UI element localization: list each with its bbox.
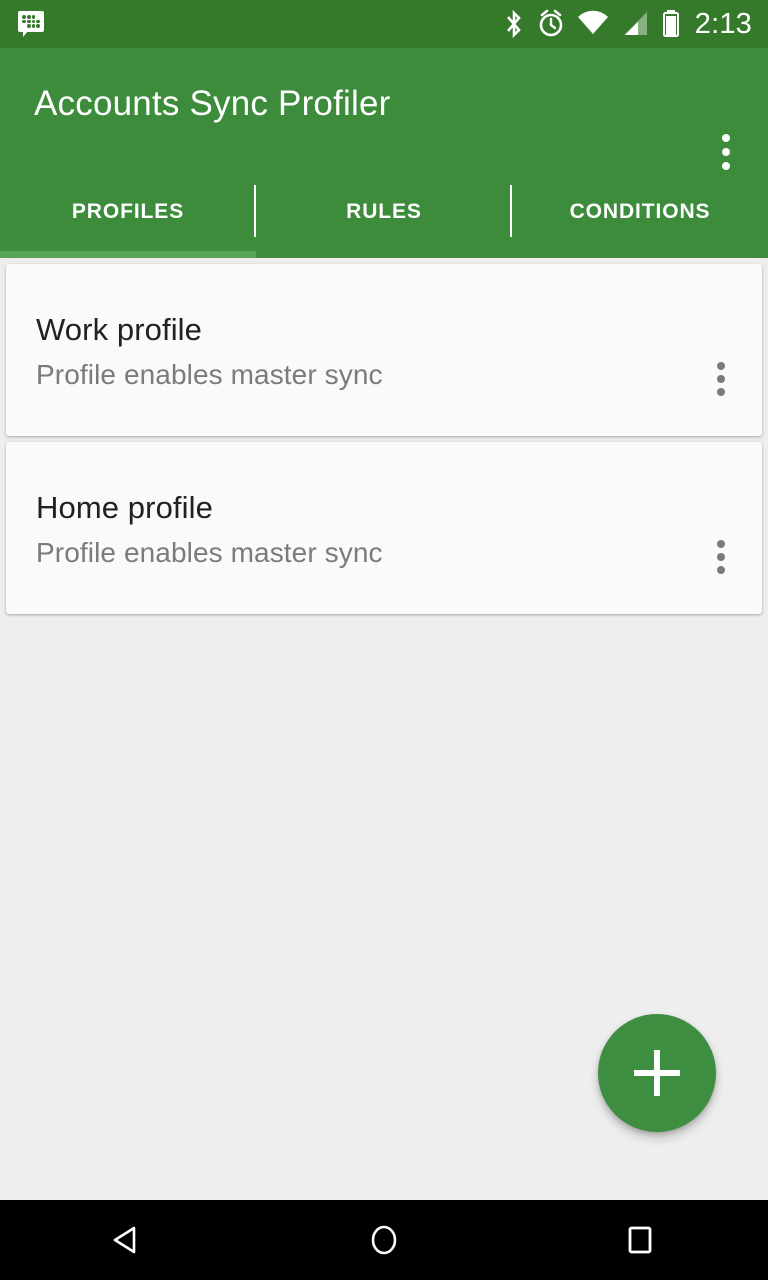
overflow-menu-icon[interactable] bbox=[713, 362, 729, 396]
tab-conditions-label: CONDITIONS bbox=[569, 200, 711, 223]
nav-home-button[interactable] bbox=[256, 1200, 512, 1280]
tab-rules-label: RULES bbox=[346, 200, 422, 223]
profile-title: Home profile bbox=[36, 490, 213, 525]
status-bar: 2:13 bbox=[0, 0, 768, 48]
tab-conditions[interactable]: CONDITIONS bbox=[512, 180, 768, 244]
nav-back-button[interactable] bbox=[0, 1200, 256, 1280]
overflow-menu-icon[interactable] bbox=[717, 134, 735, 170]
tab-bar: PROFILES RULES CONDITIONS bbox=[0, 180, 768, 258]
tab-selected-indicator bbox=[0, 251, 256, 258]
cell-signal-icon bbox=[623, 12, 647, 35]
profile-card-work[interactable]: Work profile Profile enables master sync bbox=[6, 264, 762, 436]
profile-subtitle: Profile enables master sync bbox=[36, 358, 383, 390]
battery-icon bbox=[662, 10, 679, 37]
add-profile-fab[interactable] bbox=[598, 1014, 716, 1132]
status-bar-clock: 2:13 bbox=[694, 7, 752, 40]
status-bar-notifications bbox=[0, 11, 503, 37]
tab-profiles-label: PROFILES bbox=[71, 200, 185, 223]
profile-card-text: Work profile Profile enables master sync bbox=[36, 312, 383, 393]
bluetooth-icon bbox=[506, 9, 521, 39]
profile-card-home[interactable]: Home profile Profile enables master sync bbox=[6, 442, 762, 614]
wifi-icon bbox=[577, 10, 608, 35]
bbm-message-icon bbox=[18, 11, 46, 37]
home-circle-icon bbox=[371, 1225, 397, 1255]
tab-rules[interactable]: RULES bbox=[256, 180, 512, 244]
nav-recents-button[interactable] bbox=[512, 1200, 768, 1280]
plus-icon bbox=[654, 1050, 660, 1096]
app-bar: Accounts Sync Profiler bbox=[0, 48, 768, 180]
navigation-bar bbox=[0, 1200, 768, 1280]
android-screen: 2:13 Accounts Sync Profiler PROFILES RUL… bbox=[0, 0, 768, 1280]
back-triangle-icon bbox=[113, 1226, 136, 1254]
app-title: Accounts Sync Profiler bbox=[34, 84, 391, 123]
profile-subtitle: Profile enables master sync bbox=[36, 536, 383, 568]
recents-square-icon bbox=[628, 1226, 652, 1254]
alarm-icon bbox=[539, 9, 563, 37]
tab-profiles[interactable]: PROFILES bbox=[0, 180, 256, 244]
overflow-menu-icon[interactable] bbox=[713, 540, 729, 574]
profile-title: Work profile bbox=[36, 312, 203, 347]
status-bar-system-icons: 2:13 bbox=[503, 9, 768, 39]
profile-card-text: Home profile Profile enables master sync bbox=[36, 490, 383, 571]
